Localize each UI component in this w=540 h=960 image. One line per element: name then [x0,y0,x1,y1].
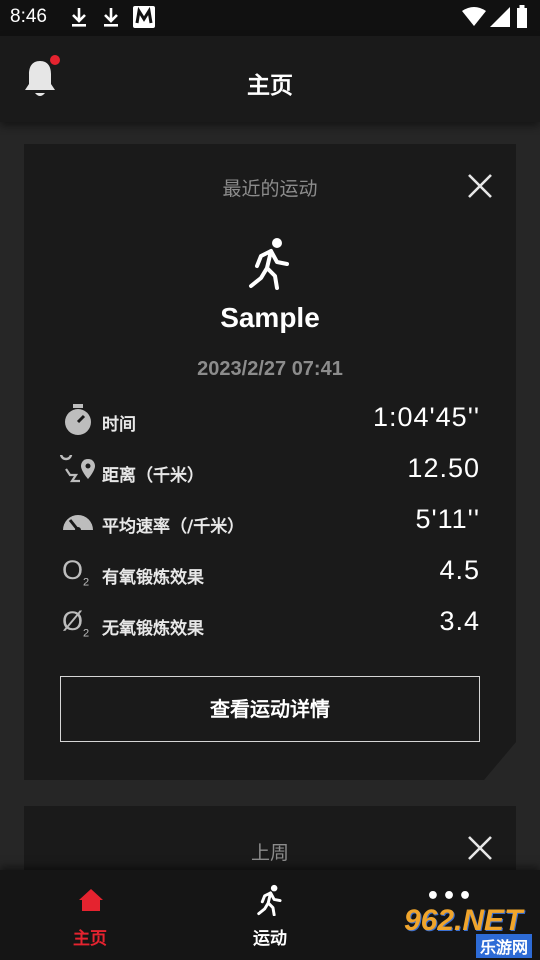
stat-row-time: 时间 1:04'45'' [60,400,480,440]
status-time: 8:46 [10,6,47,27]
watermark-sub: 乐游网 [475,934,532,958]
o2-icon: O2 [62,555,90,589]
recent-activity-card: 最近的运动 Sample 2023/2/27 07:41 时间 1:04'45'… [24,144,516,780]
tab-activity[interactable]: 运动 [210,870,330,960]
stat-label: 平均速率（/千米） [102,517,245,537]
stat-value: 1:04'45'' [372,402,480,432]
card-title: 最近的运动 [222,178,318,200]
stat-value: 5'11'' [415,504,480,534]
watermark-logo: 962.NET 乐游网 [404,904,534,958]
download-icon [104,8,118,27]
page-title: 主页 [247,73,293,99]
route-icon [60,455,95,483]
m-app-icon [133,6,155,28]
stat-row-anaerobic: Ø2 无氧锻炼效果 3.4 [60,604,480,644]
app-header: 主页 [0,36,540,122]
stat-row-aerobic: O2 有氧锻炼效果 4.5 [60,553,480,593]
activity-date: 2023/2/27 07:41 [197,358,343,380]
status-bar: 8:46 [0,0,540,36]
tab-home[interactable]: 主页 [30,870,150,960]
tab-label: 主页 [73,929,107,949]
stat-label: 距离（千米） [102,466,204,486]
stat-row-distance: 距离（千米） 12.50 [60,451,480,491]
watermark-brand: 962.NET [404,904,523,937]
stopwatch-icon [65,404,91,435]
stat-label: 时间 [102,415,136,435]
stat-value: 4.5 [439,555,480,585]
wifi-icon [462,7,486,26]
close-icon[interactable] [466,834,494,862]
stat-label: 无氧锻炼效果 [102,619,204,639]
speedometer-icon [63,515,93,533]
running-person-icon [257,884,282,916]
signal-icon [490,7,510,27]
stat-value: 12.50 [407,453,480,483]
close-icon[interactable] [466,172,494,200]
activity-name: Sample [220,302,320,333]
notification-badge [50,55,60,65]
home-icon [79,889,103,911]
stat-value: 3.4 [439,606,480,636]
running-person-icon [249,238,289,290]
view-activity-details-button[interactable]: 查看运动详情 [60,676,480,742]
o2-slashed-icon: Ø2 [62,606,90,640]
stat-row-pace: 平均速率（/千米） 5'11'' [60,502,480,542]
download-icon [72,8,86,27]
tab-label: 运动 [253,929,287,949]
battery-icon [517,5,527,28]
card-title: 上周 [250,842,289,864]
stat-label: 有氧锻炼效果 [102,568,204,588]
